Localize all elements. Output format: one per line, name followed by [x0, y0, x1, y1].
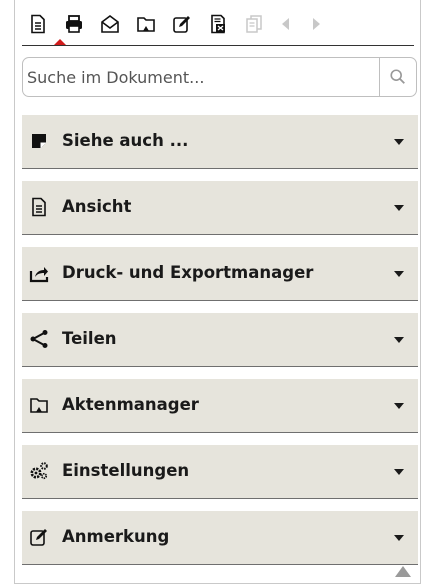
accordion-label: Einstellungen — [62, 461, 190, 480]
copy-icon[interactable] — [242, 12, 266, 36]
caret-down-icon — [394, 139, 404, 145]
search-icon — [390, 69, 405, 84]
accordion-aktenmanager[interactable]: Aktenmanager — [22, 379, 418, 433]
caret-down-icon — [394, 337, 404, 343]
search-box — [22, 57, 417, 97]
document-icon[interactable] — [26, 12, 50, 36]
edit-icon — [29, 527, 49, 547]
search-button[interactable] — [379, 58, 416, 96]
caret-down-icon — [394, 271, 404, 277]
search-input[interactable] — [27, 62, 377, 92]
document-icon — [29, 197, 49, 217]
print-icon[interactable] — [62, 12, 86, 36]
previous-icon[interactable] — [274, 12, 298, 36]
scroll-up-icon[interactable] — [395, 566, 411, 577]
document-excel-icon[interactable] — [206, 12, 230, 36]
document-toolbar — [22, 8, 414, 46]
accordion-label: Anmerkung — [62, 527, 170, 546]
accordion-ansicht[interactable]: Ansicht — [22, 181, 418, 235]
accordion-anmerkung[interactable]: Anmerkung — [22, 511, 418, 565]
export-icon — [29, 263, 49, 283]
folder-icon — [29, 395, 49, 415]
accordion-label: Teilen — [62, 329, 117, 348]
caret-down-icon — [394, 535, 404, 541]
accordion-teilen[interactable]: Teilen — [22, 313, 418, 367]
accordion-siehe-auch[interactable]: Siehe auch ... — [22, 115, 418, 169]
caret-down-icon — [394, 205, 404, 211]
accordion-label: Aktenmanager — [62, 395, 199, 414]
active-tab-marker — [54, 39, 66, 45]
gears-icon — [29, 461, 49, 481]
folder-icon[interactable] — [134, 12, 158, 36]
accordion-label: Ansicht — [62, 197, 132, 216]
mail-icon[interactable] — [98, 12, 122, 36]
note-icon — [29, 131, 49, 151]
share-icon — [29, 329, 49, 349]
accordion-label: Siehe auch ... — [62, 131, 189, 150]
caret-down-icon — [394, 469, 404, 475]
edit-icon[interactable] — [170, 12, 194, 36]
accordion-druck-export[interactable]: Druck- und Exportmanager — [22, 247, 418, 301]
next-icon[interactable] — [304, 12, 328, 36]
accordion-label: Druck- und Exportmanager — [62, 263, 314, 282]
accordion-einstellungen[interactable]: Einstellungen — [22, 445, 418, 499]
caret-down-icon — [394, 403, 404, 409]
